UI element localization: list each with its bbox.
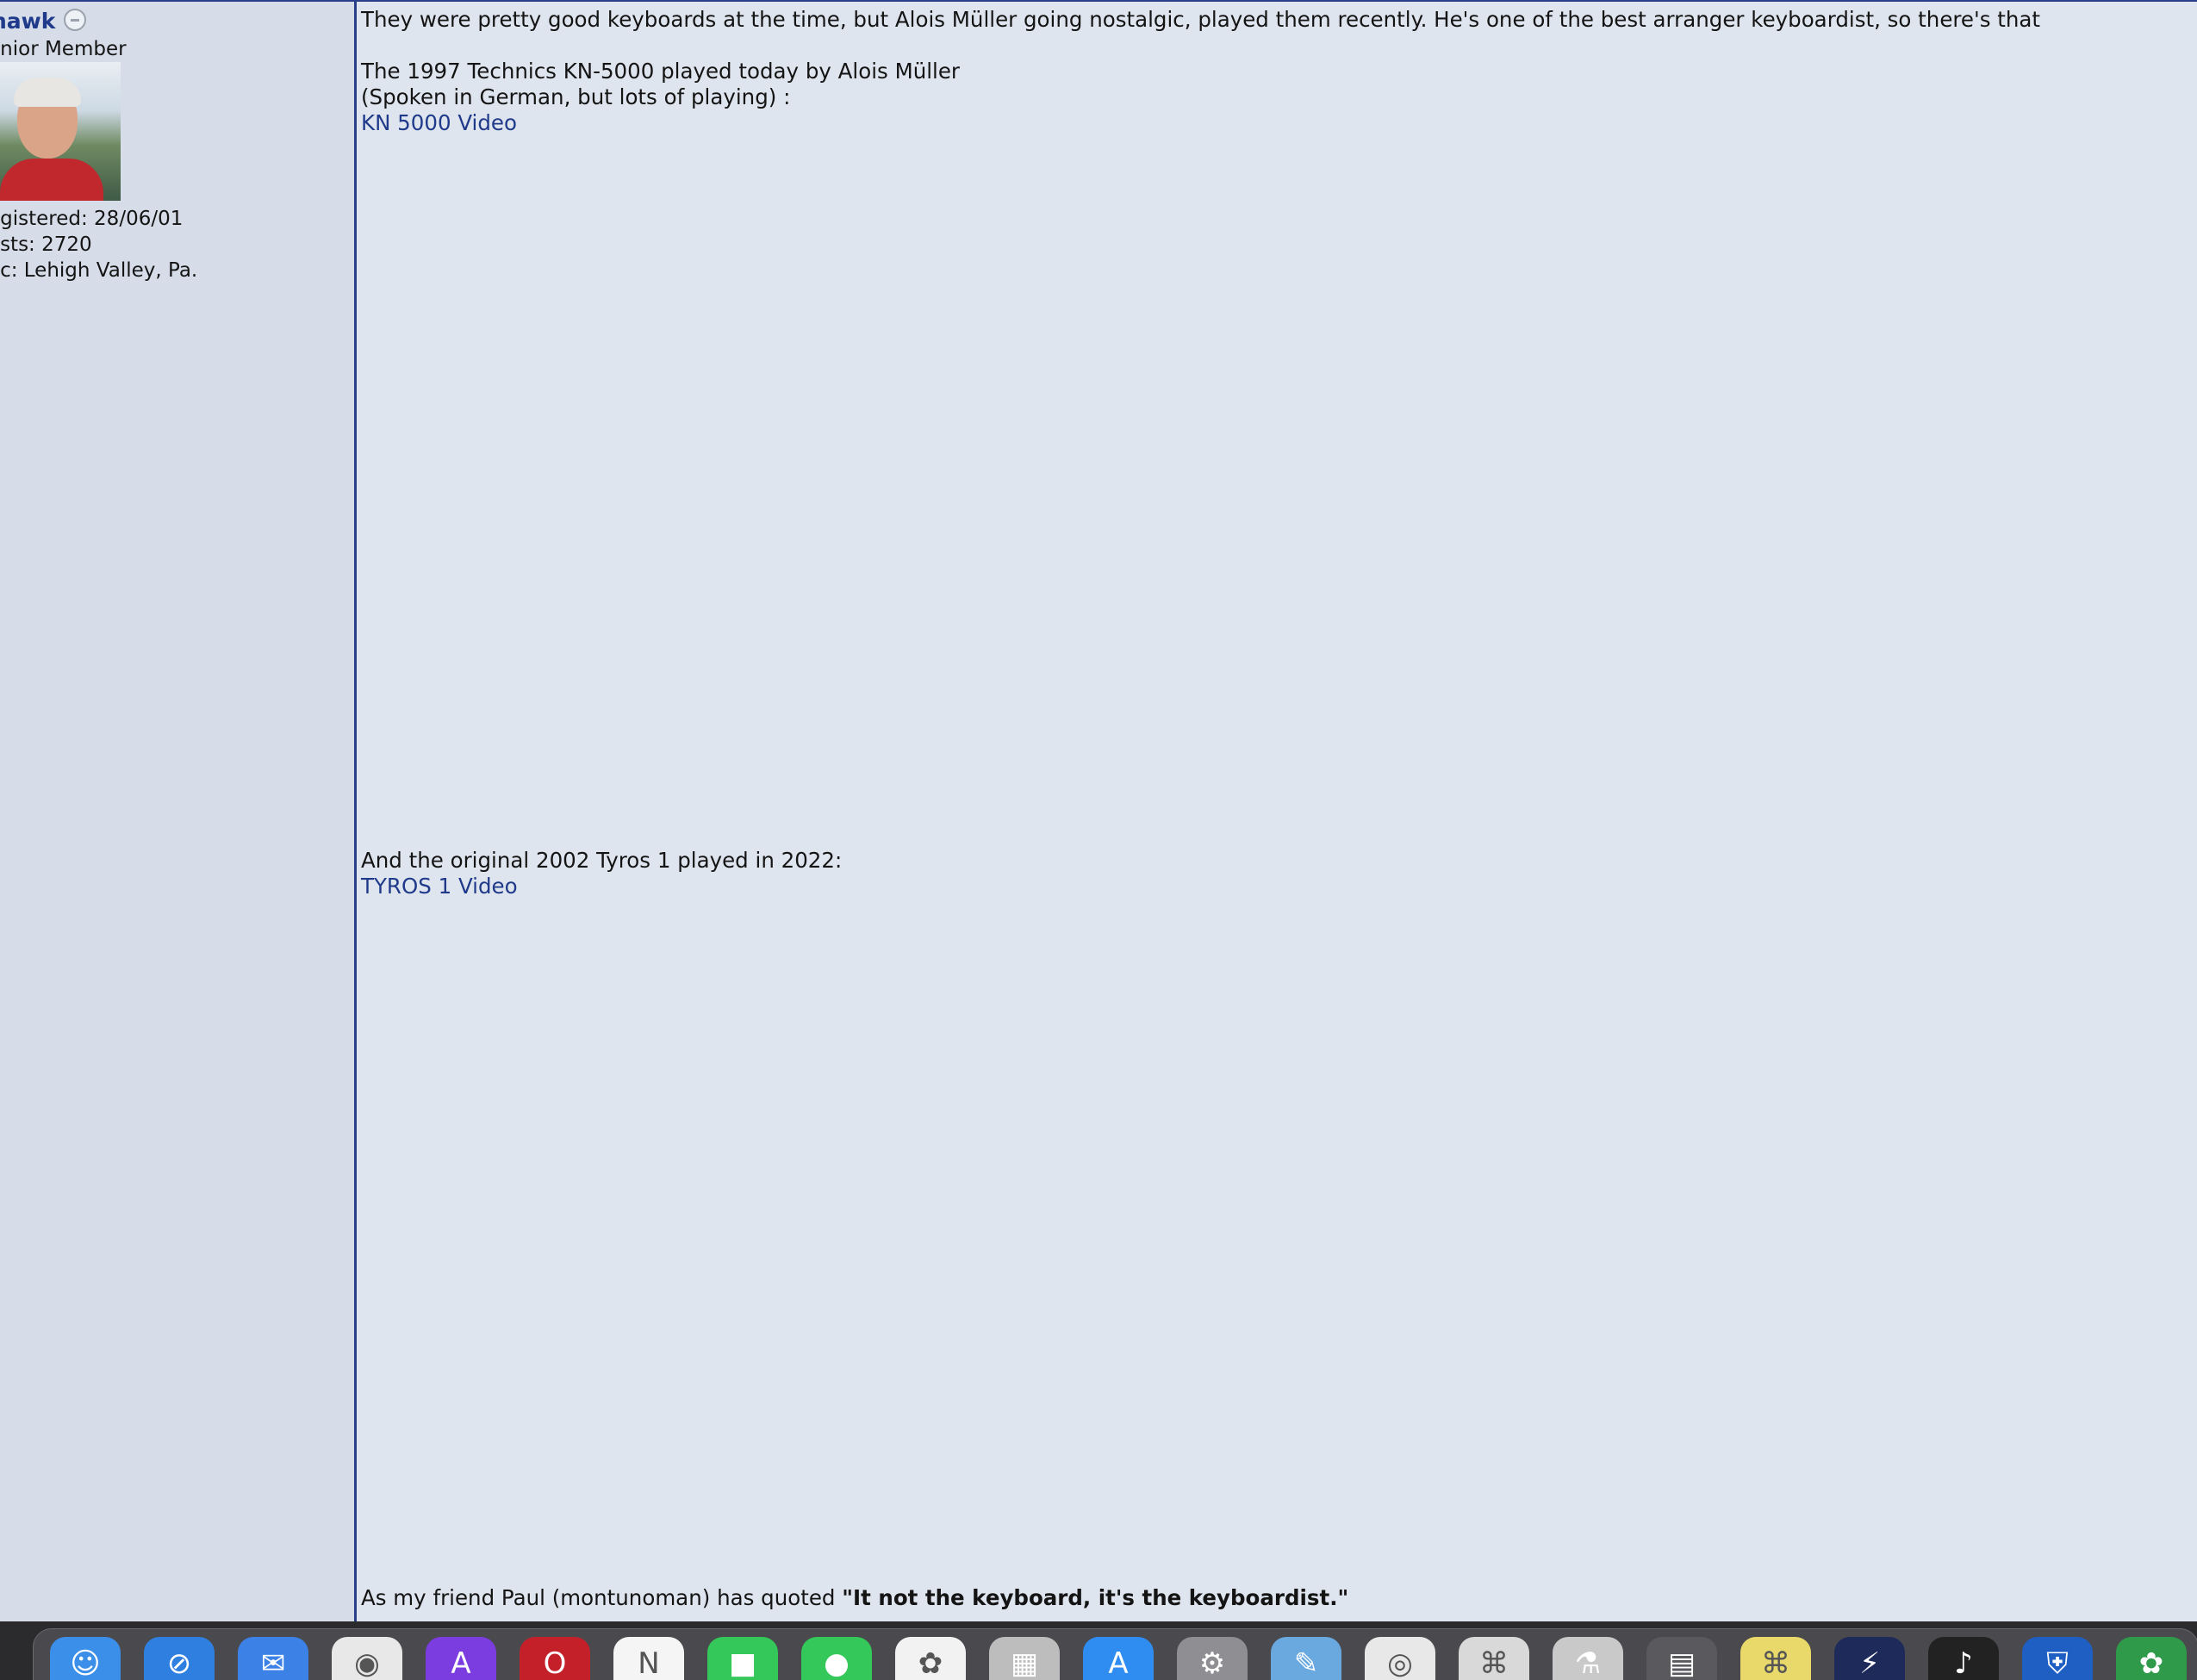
signature: As my friend Paul (montunoman) has quote… — [361, 1585, 1348, 1610]
script-editor-icon[interactable]: ⌘ — [1459, 1637, 1529, 1680]
post-text-line: And the original 2002 Tyros 1 played in … — [361, 848, 843, 873]
photos-icon[interactable]: ✿ — [895, 1637, 966, 1680]
money-icon[interactable]: ✿ — [2116, 1637, 2187, 1680]
signature-quote: "It not the keyboard, it's the keyboardi… — [842, 1585, 1349, 1610]
kn5000-video-link[interactable]: KN 5000 Video — [361, 110, 517, 135]
post-text-line: The 1997 Technics KN-5000 played today b… — [361, 59, 961, 84]
app-store-icon[interactable]: A — [1083, 1637, 1154, 1680]
post-body: They were pretty good keyboards at the t… — [359, 2, 2197, 1621]
safari-icon[interactable]: ⊘ — [144, 1637, 215, 1680]
tyros-video-link[interactable]: TYROS 1 Video — [361, 874, 518, 899]
post-text-line: (Spoken in German, but lots of playing) … — [361, 84, 791, 109]
offline-status-icon — [64, 9, 86, 31]
forum-post: hawk enior Member egistered: 28/06/01 os… — [0, 0, 2197, 1621]
calculator-icon[interactable]: ▤ — [1646, 1637, 1717, 1680]
automator-icon[interactable]: ⚗ — [1553, 1637, 1623, 1680]
system-settings-icon[interactable]: ⚙ — [1177, 1637, 1248, 1680]
bitwarden-icon[interactable]: ⛨ — [2022, 1637, 2093, 1680]
avatar[interactable] — [0, 62, 121, 201]
reeder-icon[interactable]: ⚡ — [1834, 1637, 1905, 1680]
post-count: osts: 2720 — [0, 233, 92, 256]
affinity-icon[interactable]: A — [426, 1637, 496, 1680]
preview-icon[interactable]: ✎ — [1271, 1637, 1341, 1680]
shortcut-app-icon[interactable]: ⌘ — [1740, 1637, 1811, 1680]
music-app-icon[interactable]: ♪ — [1928, 1637, 1999, 1680]
signature-text: As my friend Paul (montunoman) has quote… — [361, 1585, 843, 1610]
messages-icon[interactable]: ● — [801, 1637, 872, 1680]
username-link[interactable]: hawk — [0, 9, 55, 34]
facetime-icon[interactable]: ■ — [707, 1637, 778, 1680]
dock: ☺ ⊘ ✉ ◉ A O N ■ ● ✿ ▦ A ⚙ ✎ ◎ ⌘ ⚗ ▤ ⌘ ⚡ ♪ ⛨ ✿ — [0, 1621, 2197, 1680]
launchpad-icon[interactable]: ▦ — [989, 1637, 1060, 1680]
post-text-line: They were pretty good keyboards at the t… — [361, 7, 2041, 32]
finder-icon[interactable]: ☺ — [50, 1637, 121, 1680]
chrome-icon[interactable]: ◉ — [332, 1637, 402, 1680]
user-info-sidebar: hawk enior Member egistered: 28/06/01 os… — [0, 2, 357, 1621]
find-my-icon[interactable]: ◎ — [1365, 1637, 1435, 1680]
user-location: oc: Lehigh Valley, Pa. — [0, 259, 198, 282]
user-rank: enior Member — [0, 38, 127, 60]
mail-icon[interactable]: ✉ — [238, 1637, 308, 1680]
news-icon[interactable]: N — [613, 1637, 684, 1680]
opera-icon[interactable]: O — [520, 1637, 590, 1680]
registered-date: egistered: 28/06/01 — [0, 208, 184, 230]
